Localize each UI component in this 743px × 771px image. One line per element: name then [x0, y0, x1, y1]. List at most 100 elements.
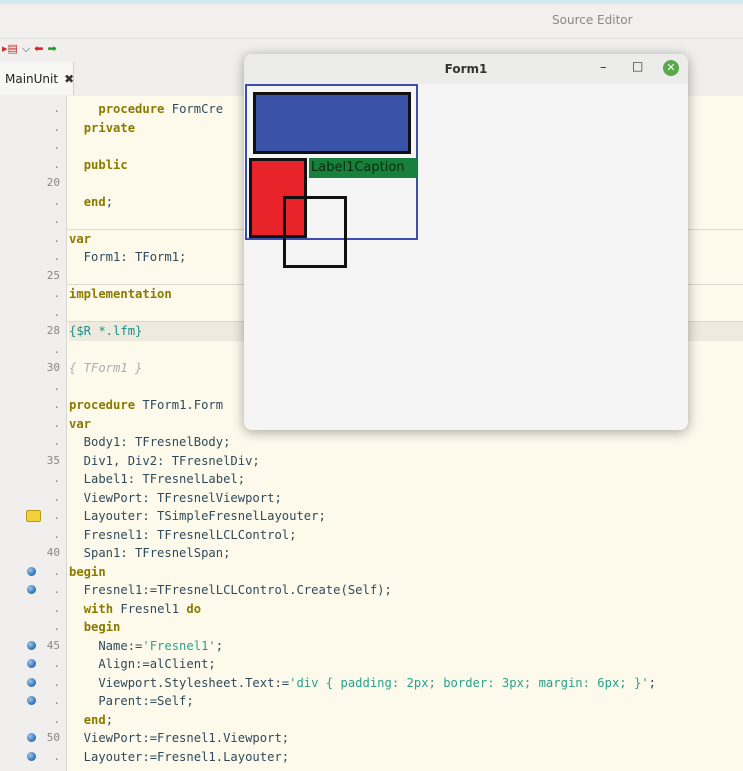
- gutter-row[interactable]: .: [0, 581, 66, 600]
- breakpoint-dot-icon[interactable]: [27, 733, 36, 742]
- gutter-row[interactable]: .: [0, 563, 66, 582]
- minimize-button[interactable]: –: [600, 60, 607, 75]
- code-token: with: [83, 601, 114, 616]
- code-line[interactable]: Body1: TFresnelBody;: [69, 433, 743, 452]
- breakpoint-dot-icon[interactable]: [27, 640, 36, 650]
- code-line[interactable]: Layouter: TSimpleFresnelLayouter;: [69, 507, 743, 526]
- gutter-row[interactable]: .: [0, 655, 66, 674]
- line-number-gutter[interactable]: .... 20.... 25.. 28. 30.... 35.... 40.... 45...…: [0, 96, 67, 771]
- code-line[interactable]: begin: [69, 618, 743, 637]
- gutter-row[interactable]: .: [0, 211, 66, 230]
- code-line[interactable]: Span1: TFresnelSpan;: [69, 544, 743, 563]
- line-number: .: [53, 490, 60, 504]
- code-line[interactable]: Fresnel1:=TFresnelLCLControl.Create(Self…: [69, 581, 743, 600]
- gutter-row[interactable]: .: [0, 618, 66, 637]
- maximize-button[interactable]: □: [632, 59, 643, 73]
- gutter-row[interactable]: .: [0, 378, 66, 397]
- gutter-row[interactable]: .: [0, 600, 66, 619]
- code-token: ;: [105, 194, 114, 209]
- breakpoint-dot-icon[interactable]: [27, 659, 36, 668]
- code-line[interactable]: begin: [69, 563, 743, 582]
- breakpoint-dot-icon[interactable]: [27, 566, 36, 576]
- gutter-row[interactable]: .: [0, 137, 66, 156]
- code-line[interactable]: ViewPort: TFresnelViewport;: [69, 489, 743, 508]
- code-line[interactable]: Parent:=Self;: [69, 692, 743, 711]
- chevron-down-icon[interactable]: ⌵: [22, 42, 30, 56]
- gutter-row[interactable]: .: [0, 748, 66, 767]
- breakpoint-dot-icon[interactable]: [27, 696, 36, 705]
- gutter-row[interactable]: .: [0, 285, 66, 304]
- code-token: begin: [69, 564, 106, 579]
- gutter-row[interactable]: 28: [0, 322, 66, 341]
- code-token: Name:=: [69, 638, 143, 653]
- gutter-row[interactable]: 50: [0, 729, 66, 748]
- line-number: .: [53, 139, 60, 152]
- gutter-row[interactable]: .: [0, 396, 66, 415]
- gutter-row[interactable]: .: [0, 415, 66, 434]
- gutter-row[interactable]: .: [0, 248, 66, 267]
- gutter-row[interactable]: 20: [0, 174, 66, 193]
- gutter-row[interactable]: 45: [0, 637, 66, 656]
- code-line[interactable]: Viewport.Stylesheet.Text:='div { padding…: [69, 674, 743, 693]
- jump-history-icon[interactable]: ▸▤: [2, 42, 18, 56]
- line-number: .: [53, 231, 60, 245]
- gutter-row[interactable]: .: [0, 193, 66, 212]
- editor-title: Source Editor: [552, 13, 633, 27]
- code-line[interactable]: Fresnel1: TFresnelLCLControl;: [69, 526, 743, 545]
- breakpoint-dot-icon[interactable]: [27, 677, 36, 687]
- code-token: ;: [648, 675, 657, 690]
- close-button[interactable]: ✕: [663, 60, 679, 76]
- editor-titlebar[interactable]: Source Editor: [0, 4, 743, 39]
- form-titlebar[interactable]: Form1 – □ ✕: [244, 54, 688, 84]
- gutter-row[interactable]: .: [0, 692, 66, 711]
- bookmark-icon[interactable]: [26, 510, 41, 522]
- code-token: ViewPort:=Fresnel1.Viewport;: [69, 731, 290, 745]
- gutter-row[interactable]: .: [0, 230, 66, 249]
- code-token: ;: [215, 638, 224, 653]
- code-line[interactable]: Label1: TFresnelLabel;: [69, 470, 743, 489]
- code-token: Span1: TFresnelSpan;: [69, 546, 231, 560]
- close-icon[interactable]: ✖: [64, 72, 74, 86]
- code-line[interactable]: end;: [69, 711, 743, 730]
- gutter-row[interactable]: .: [0, 674, 66, 693]
- code-line[interactable]: ViewPort:=Fresnel1.Viewport;: [69, 729, 743, 748]
- back-arrow-icon[interactable]: ⬅: [34, 42, 43, 56]
- line-number: 30: [46, 361, 60, 374]
- line-number: .: [53, 250, 60, 263]
- line-number: .: [53, 102, 60, 115]
- gutter-row[interactable]: .: [0, 100, 66, 119]
- gutter-row[interactable]: 30: [0, 359, 66, 378]
- line-number: 20: [46, 176, 60, 189]
- gutter-row[interactable]: .: [0, 304, 66, 323]
- gutter-row[interactable]: .: [0, 711, 66, 730]
- gutter-row[interactable]: .: [0, 341, 66, 360]
- gutter-row[interactable]: .: [0, 119, 66, 138]
- code-token: public: [83, 157, 128, 172]
- code-line[interactable]: with Fresnel1 do: [69, 600, 743, 619]
- gutter-row[interactable]: .: [0, 470, 66, 489]
- code-line[interactable]: Align:=alClient;: [69, 655, 743, 674]
- gutter-row[interactable]: 35: [0, 452, 66, 471]
- gutter-row[interactable]: .: [0, 489, 66, 508]
- forward-arrow-icon[interactable]: ➡: [47, 42, 56, 56]
- gutter-row[interactable]: .: [0, 156, 66, 175]
- gutter-row[interactable]: 40: [0, 544, 66, 563]
- code-line[interactable]: Layouter:=Fresnel1.Layouter;: [69, 748, 743, 767]
- line-number: .: [53, 416, 60, 430]
- line-number: .: [53, 379, 60, 393]
- gutter-row[interactable]: 25: [0, 267, 66, 286]
- gutter-row[interactable]: .: [0, 507, 66, 526]
- breakpoint-dot-icon[interactable]: [27, 585, 36, 594]
- gutter-row[interactable]: .: [0, 526, 66, 545]
- gutter-row[interactable]: .: [0, 433, 66, 452]
- line-number: 40: [46, 546, 60, 559]
- line-number: .: [53, 749, 60, 763]
- code-token: Body1: TFresnelBody;: [69, 435, 231, 449]
- tab-mainunit[interactable]: MainUnit ✖: [0, 62, 74, 95]
- code-line[interactable]: Name:='Fresnel1';: [69, 637, 743, 656]
- breakpoint-dot-icon[interactable]: [27, 751, 36, 761]
- code-line[interactable]: Div1, Div2: TFresnelDiv;: [69, 452, 743, 471]
